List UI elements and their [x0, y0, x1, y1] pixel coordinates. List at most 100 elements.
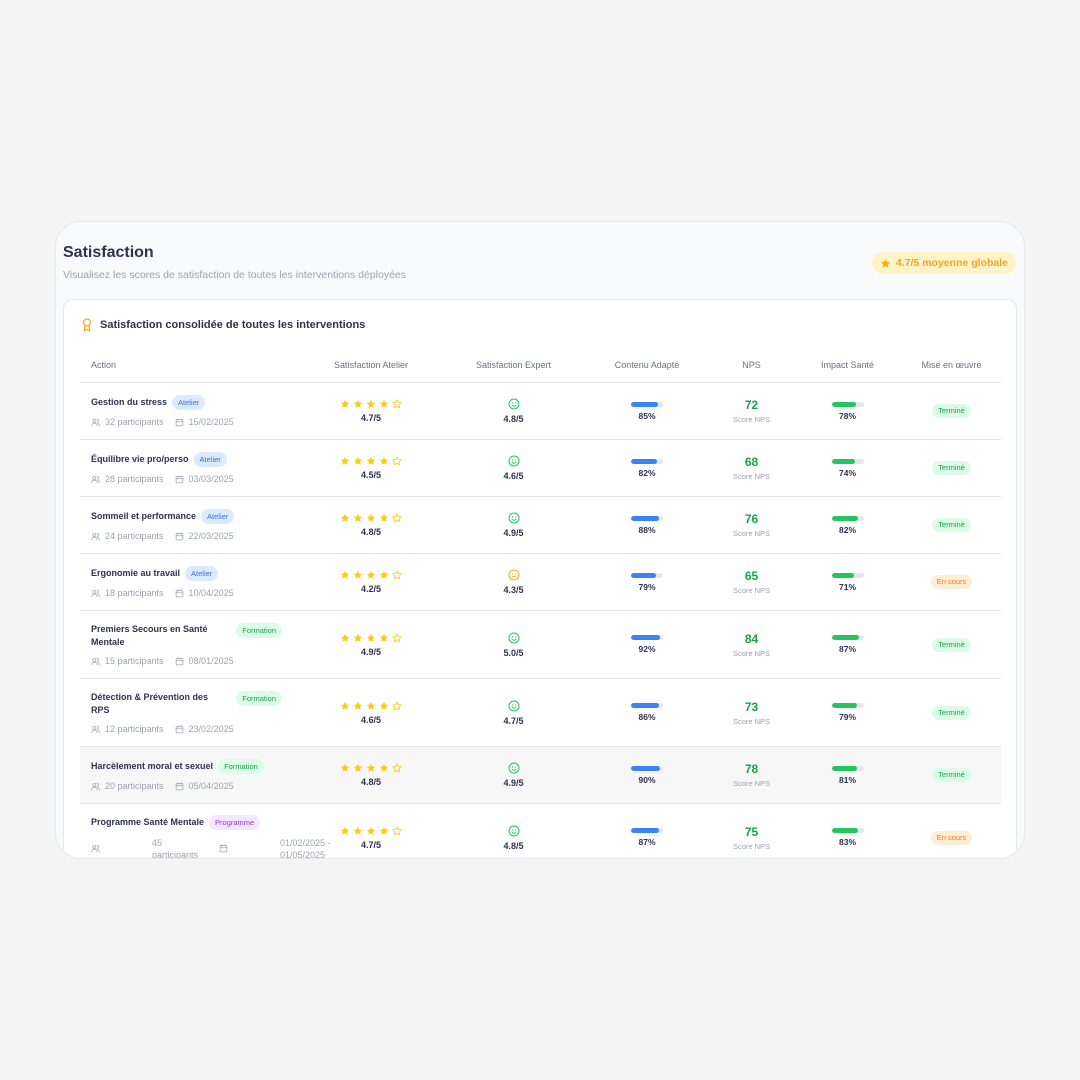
- workshop-satisfaction-cell: 4.2/5: [299, 570, 443, 594]
- star-filled-icon: [353, 513, 363, 523]
- users-icon: [91, 418, 100, 427]
- nps-cell: 73 Score NPS: [710, 700, 793, 726]
- workshop-satisfaction-cell: 4.7/5: [299, 825, 443, 850]
- nps-score: 76: [744, 512, 759, 526]
- star-filled-icon: [353, 399, 363, 409]
- table-row[interactable]: Sommeil et performance Atelier 24 particip…: [80, 497, 1001, 554]
- health-progress-bar: [831, 828, 864, 833]
- star-filled-icon: [366, 826, 376, 836]
- star-filled-icon: [379, 456, 389, 466]
- star-filled-icon: [340, 399, 350, 409]
- action-name[interactable]: Programme Santé Mentale: [91, 816, 204, 829]
- table-row[interactable]: Gestion du stress Atelier 32 participants 1…: [80, 383, 1001, 440]
- action-date: 08/01/2025: [188, 656, 234, 666]
- action-name[interactable]: Équilibre vie pro/perso: [91, 453, 189, 466]
- nps-score: 68: [744, 455, 759, 469]
- health-progress-fill: [831, 765, 858, 771]
- star-filled-icon: [340, 513, 350, 523]
- action-meta: 20 participants 05/04/2025: [91, 781, 245, 791]
- star-rating: [340, 763, 402, 773]
- action-type-badge: Programme: [209, 814, 261, 830]
- content-fit-cell: 87%: [584, 828, 710, 847]
- table-row[interactable]: Harcèlement moral et sexuel Formation 20 p…: [80, 747, 1001, 804]
- health-progress-fill: [831, 703, 857, 708]
- action-cell: Détection & Prévention des RPS Formation 1…: [80, 691, 299, 734]
- workshop-score: 4.7/5: [360, 413, 382, 423]
- status-badge: En cours: [930, 830, 973, 845]
- table-row[interactable]: Premiers Secours en Santé Mentale Formati…: [80, 611, 1001, 679]
- content-progress-bar: [631, 401, 663, 407]
- calendar-icon: [175, 531, 184, 541]
- satisfaction-card: Satisfaction consolidée de toutes les in…: [63, 299, 1017, 858]
- column-header-health-impact[interactable]: Impact Santé: [793, 360, 902, 370]
- action-date: 15/02/2025: [188, 417, 234, 427]
- table-row[interactable]: Ergonomie au travail Atelier 18 participan…: [80, 554, 1001, 611]
- table-row[interactable]: Programme Santé Mentale Programme 45 parti…: [80, 804, 1001, 858]
- star-icon: [880, 258, 891, 269]
- content-progress-bar: [631, 515, 663, 521]
- content-percent: 82%: [638, 467, 656, 478]
- action-cell: Harcèlement moral et sexuel Formation 20 p…: [80, 759, 299, 791]
- nps-label: Score NPS: [732, 529, 771, 538]
- smiley-icon: [508, 398, 520, 410]
- column-header-implementation[interactable]: Mise en œuvre: [902, 360, 1001, 370]
- column-header-workshop-satisfaction[interactable]: Satisfaction Atelier: [299, 360, 443, 370]
- table-row[interactable]: Détection & Prévention des RPS Formation 1…: [80, 679, 1001, 747]
- nps-score: 75: [744, 824, 759, 839]
- content-progress-bar: [631, 572, 663, 578]
- implementation-cell: En cours: [902, 575, 1001, 589]
- smiley-icon: [508, 455, 520, 467]
- content-percent: 79%: [638, 581, 656, 592]
- page-title: Satisfaction: [63, 244, 154, 261]
- implementation-cell: En cours: [902, 830, 1001, 845]
- action-name[interactable]: Détection & Prévention des RPS: [91, 691, 216, 717]
- participants-count: 18 participants: [105, 588, 164, 598]
- column-header-action[interactable]: Action: [80, 360, 299, 370]
- action-name[interactable]: Gestion du stress: [91, 396, 167, 409]
- expert-score: 4.7/5: [503, 715, 524, 726]
- implementation-cell: Terminé: [902, 461, 1001, 475]
- action-name[interactable]: Ergonomie au travail: [91, 567, 180, 580]
- column-header-content-fit[interactable]: Contenu Adapté: [584, 360, 710, 370]
- participants-count: 28 participants: [105, 474, 164, 484]
- expert-score: 4.8/5: [503, 414, 524, 424]
- nps-cell: 78 Score NPS: [710, 762, 793, 788]
- table-row[interactable]: Équilibre vie pro/perso Atelier 28 partici…: [80, 440, 1001, 497]
- health-progress-bar: [831, 765, 864, 771]
- content-fit-cell: 92%: [584, 635, 710, 654]
- content-fit-cell: 79%: [584, 572, 710, 592]
- action-name[interactable]: Premiers Secours en Santé Mentale: [91, 623, 216, 649]
- action-meta: 12 participants 23/02/2025: [91, 724, 245, 734]
- participants-count: 12 participants: [105, 724, 164, 734]
- status-badge: Terminé: [932, 404, 971, 418]
- calendar-icon: [175, 417, 184, 427]
- table-body: Gestion du stress Atelier 32 participants 1…: [80, 383, 1001, 858]
- action-type-badge: Formation: [236, 691, 282, 706]
- action-cell: Ergonomie au travail Atelier 18 participan…: [80, 566, 299, 598]
- page-subtitle: Visualisez les scores de satisfaction de…: [63, 269, 406, 281]
- nps-cell: 65 Score NPS: [710, 569, 793, 595]
- star-filled-icon: [379, 633, 389, 643]
- action-date: 22/03/2025: [188, 531, 234, 541]
- workshop-satisfaction-cell: 4.5/5: [299, 456, 443, 480]
- action-type-badge: Atelier: [185, 566, 219, 581]
- action-name[interactable]: Sommeil et performance: [91, 510, 196, 523]
- content-progress-fill: [631, 401, 659, 407]
- star-filled-icon: [366, 399, 376, 409]
- star-filled-icon: [340, 456, 350, 466]
- health-progress-fill: [831, 635, 860, 640]
- star-filled-icon: [379, 399, 389, 409]
- nps-label: Score NPS: [732, 415, 771, 424]
- implementation-cell: Terminé: [902, 518, 1001, 532]
- expert-score: 5.0/5: [503, 647, 524, 658]
- star-filled-icon: [340, 570, 350, 580]
- action-name[interactable]: Harcèlement moral et sexuel: [91, 760, 213, 773]
- action-date: 03/03/2025: [188, 474, 234, 484]
- health-impact-cell: 71%: [793, 572, 902, 592]
- content-progress-fill: [631, 765, 660, 771]
- star-filled-icon: [353, 456, 363, 466]
- column-header-nps[interactable]: NPS: [710, 360, 793, 370]
- star-filled-icon: [366, 570, 376, 580]
- smiley-icon: [508, 825, 520, 837]
- column-header-expert-satisfaction[interactable]: Satisfaction Expert: [443, 360, 584, 370]
